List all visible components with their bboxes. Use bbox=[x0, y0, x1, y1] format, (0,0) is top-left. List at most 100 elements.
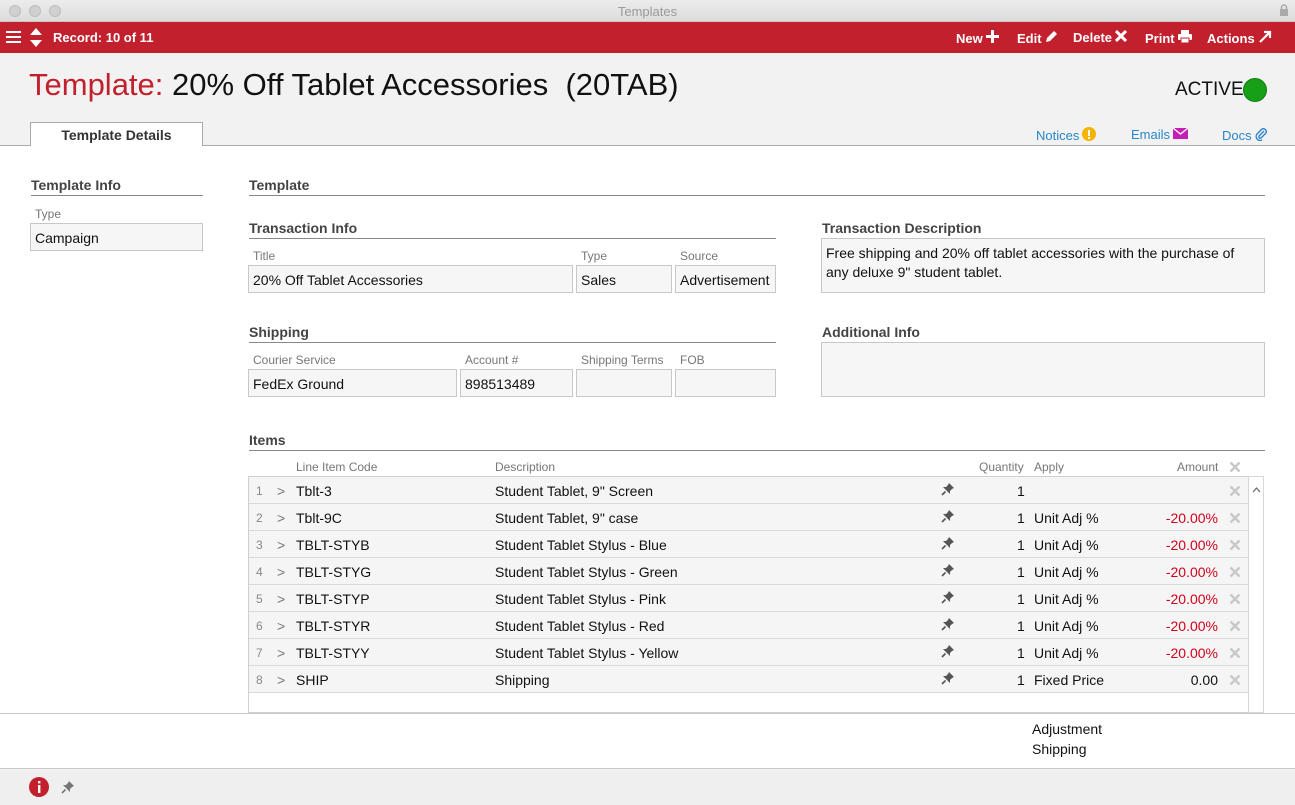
transaction-type-field[interactable]: Sales bbox=[576, 265, 672, 293]
menu-icon[interactable] bbox=[6, 30, 21, 49]
shipping-total-label: Shipping bbox=[1032, 741, 1087, 757]
line-item-apply: Unit Adj % bbox=[1034, 564, 1099, 580]
line-item-amount: -20.00% bbox=[1165, 537, 1218, 553]
notices-label: Notices bbox=[1036, 128, 1080, 143]
bottom-bar bbox=[0, 770, 1295, 805]
title-field[interactable]: 20% Off Tablet Accessories bbox=[248, 265, 573, 293]
docs-link[interactable]: Docs bbox=[1222, 127, 1267, 144]
status-label: ACTIVE bbox=[1175, 79, 1244, 100]
pin-icon[interactable] bbox=[941, 617, 955, 634]
expand-chevron-icon[interactable]: > bbox=[277, 510, 285, 526]
alert-icon bbox=[1082, 127, 1097, 144]
items-heading: Items bbox=[249, 432, 1265, 451]
line-item-description: Student Tablet Stylus - Pink bbox=[495, 591, 666, 607]
remove-row-icon[interactable] bbox=[1229, 619, 1241, 635]
line-item-code: Tblt-9C bbox=[296, 510, 342, 526]
row-number: 3 bbox=[256, 538, 263, 552]
line-item-amount: -20.00% bbox=[1165, 645, 1218, 661]
new-button[interactable]: New bbox=[956, 30, 999, 46]
scroll-up-icon[interactable] bbox=[1252, 480, 1261, 498]
delete-button[interactable]: Delete bbox=[1073, 29, 1128, 45]
line-item-quantity: 1 bbox=[1017, 564, 1025, 580]
template-heading: Template bbox=[249, 177, 1265, 196]
table-row[interactable]: 6 > TBLT-STYR Student Tablet Stylus - Re… bbox=[249, 612, 1248, 639]
line-item-quantity: 1 bbox=[1017, 537, 1025, 553]
remove-row-icon[interactable] bbox=[1229, 646, 1241, 662]
column-header-code: Line Item Code bbox=[296, 460, 378, 474]
table-row[interactable]: 8 > SHIP Shipping 1 Fixed Price 0.00 bbox=[249, 666, 1248, 693]
table-row[interactable]: 2 > Tblt-9C Student Tablet, 9" case 1 Un… bbox=[249, 504, 1248, 531]
table-row[interactable]: 3 > TBLT-STYB Student Tablet Stylus - Bl… bbox=[249, 531, 1248, 558]
remove-row-icon[interactable] bbox=[1229, 673, 1241, 689]
expand-chevron-icon[interactable]: > bbox=[277, 618, 285, 634]
row-number: 2 bbox=[256, 511, 263, 525]
table-row[interactable]: 5 > TBLT-STYP Student Tablet Stylus - Pi… bbox=[249, 585, 1248, 612]
line-item-amount: -20.00% bbox=[1165, 591, 1218, 607]
expand-chevron-icon[interactable]: > bbox=[277, 672, 285, 688]
line-item-code: TBLT-STYP bbox=[296, 591, 370, 607]
line-item-quantity: 1 bbox=[1017, 510, 1025, 526]
line-item-code: TBLT-STYY bbox=[296, 645, 370, 661]
actions-button[interactable]: Actions bbox=[1207, 30, 1272, 46]
expand-chevron-icon[interactable]: > bbox=[277, 645, 285, 661]
source-field[interactable]: Advertisement bbox=[675, 265, 776, 293]
emails-link[interactable]: Emails bbox=[1131, 127, 1189, 142]
info-icon[interactable] bbox=[29, 777, 49, 802]
pin-icon[interactable] bbox=[941, 563, 955, 580]
record-navigation-icon[interactable] bbox=[29, 27, 43, 53]
expand-chevron-icon[interactable]: > bbox=[277, 483, 285, 499]
table-row[interactable]: 7 > TBLT-STYY Student Tablet Stylus - Ye… bbox=[249, 639, 1248, 666]
pin-icon[interactable] bbox=[941, 644, 955, 661]
courier-service-field[interactable]: FedEx Ground bbox=[248, 369, 457, 397]
emails-label: Emails bbox=[1131, 127, 1171, 142]
line-item-description: Student Tablet Stylus - Yellow bbox=[495, 645, 679, 661]
row-number: 5 bbox=[256, 592, 263, 606]
pin-icon[interactable] bbox=[61, 780, 75, 799]
template-type-field[interactable]: Campaign bbox=[30, 223, 203, 251]
paperclip-icon bbox=[1255, 127, 1267, 144]
shipping-terms-field[interactable] bbox=[576, 369, 672, 397]
items-scrollbar[interactable] bbox=[1248, 476, 1264, 713]
row-number: 1 bbox=[256, 484, 263, 498]
remove-row-icon[interactable] bbox=[1229, 511, 1241, 527]
edit-button[interactable]: Edit bbox=[1017, 30, 1058, 46]
line-item-quantity: 1 bbox=[1017, 672, 1025, 688]
tab-template-details[interactable]: Template Details bbox=[30, 122, 203, 147]
account-label: Account # bbox=[465, 353, 519, 367]
pin-icon[interactable] bbox=[941, 590, 955, 607]
actions-label: Actions bbox=[1207, 30, 1255, 46]
table-row[interactable]: 4 > TBLT-STYG Student Tablet Stylus - Gr… bbox=[249, 558, 1248, 585]
table-row[interactable]: 1 > Tblt-3 Student Tablet, 9" Screen 1 bbox=[249, 477, 1248, 504]
column-header-amount: Amount bbox=[1177, 460, 1219, 474]
remove-row-icon[interactable] bbox=[1229, 538, 1241, 554]
remove-row-icon[interactable] bbox=[1229, 592, 1241, 608]
pin-icon[interactable] bbox=[941, 671, 955, 688]
line-item-description: Student Tablet Stylus - Red bbox=[495, 618, 665, 634]
remove-row-icon[interactable] bbox=[1229, 565, 1241, 581]
remove-row-icon[interactable] bbox=[1229, 484, 1241, 500]
additional-info-field[interactable] bbox=[821, 342, 1265, 397]
line-item-code: TBLT-STYR bbox=[296, 618, 371, 634]
expand-chevron-icon[interactable]: > bbox=[277, 564, 285, 580]
adjustment-label: Adjustment bbox=[1032, 721, 1103, 737]
pin-icon[interactable] bbox=[941, 482, 955, 499]
line-item-apply: Fixed Price bbox=[1034, 672, 1105, 688]
transaction-type-label: Type bbox=[581, 249, 608, 263]
fob-field[interactable] bbox=[675, 369, 776, 397]
line-item-description: Shipping bbox=[495, 672, 550, 688]
transaction-description-heading: Transaction Description bbox=[822, 220, 1265, 239]
lock-icon bbox=[1279, 4, 1289, 22]
notices-link[interactable]: Notices bbox=[1036, 127, 1097, 144]
line-item-amount: -20.00% bbox=[1165, 564, 1218, 580]
additional-info-heading: Additional Info bbox=[822, 324, 1265, 343]
account-number-field[interactable]: 898513489 bbox=[460, 369, 573, 397]
expand-chevron-icon[interactable]: > bbox=[277, 591, 285, 607]
docs-label: Docs bbox=[1222, 128, 1252, 143]
transaction-description-field[interactable]: Free shipping and 20% off tablet accesso… bbox=[821, 238, 1265, 293]
pencil-icon bbox=[1045, 30, 1058, 46]
expand-chevron-icon[interactable]: > bbox=[277, 537, 285, 553]
pin-icon[interactable] bbox=[941, 509, 955, 526]
status-indicator-icon bbox=[1243, 78, 1267, 102]
print-button[interactable]: Print bbox=[1145, 30, 1192, 46]
pin-icon[interactable] bbox=[941, 536, 955, 553]
